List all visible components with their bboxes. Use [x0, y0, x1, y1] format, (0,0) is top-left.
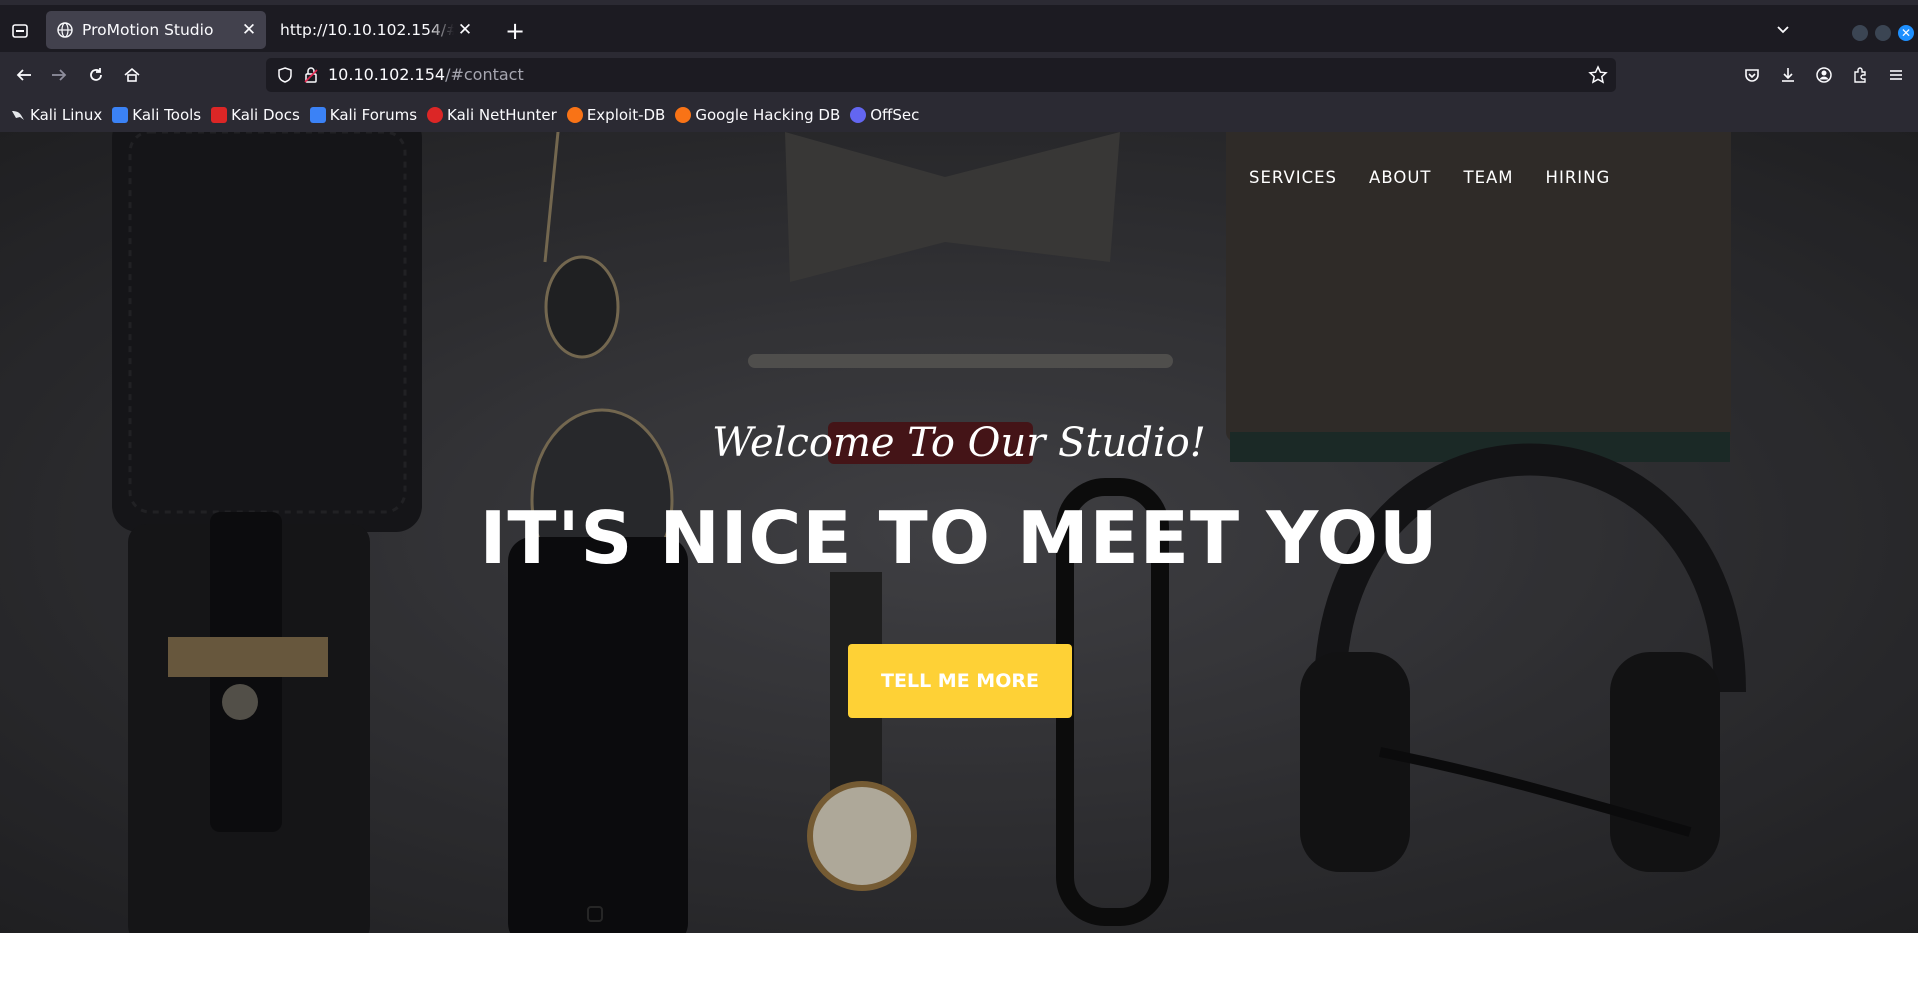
account-icon[interactable]	[1812, 63, 1836, 87]
bookmark-label: Exploit-DB	[586, 106, 666, 124]
bookmark-exploit-db[interactable]: Exploit-DB	[566, 106, 666, 124]
kali-tools-icon	[112, 107, 129, 123]
hero-subheading: Welcome To Our Studio!	[712, 420, 1206, 466]
lock-icon[interactable]	[302, 66, 320, 84]
star-icon[interactable]	[1588, 65, 1608, 85]
minimize-button[interactable]	[1852, 25, 1868, 41]
close-tab-icon[interactable]: ✕	[454, 19, 476, 41]
site-navigation: SERVICES ABOUT TEAM HIRING	[1249, 168, 1610, 187]
nav-link-hiring[interactable]: HIRING	[1546, 168, 1611, 187]
bookmark-label: Kali Linux	[30, 106, 103, 124]
nav-link-services[interactable]: SERVICES	[1249, 168, 1337, 187]
bookmarks-toolbar: Kali Linux Kali Tools Kali Docs Kali For…	[0, 98, 1918, 132]
bookmark-label: Kali Forums	[329, 106, 418, 124]
reload-icon[interactable]	[84, 63, 108, 87]
back-icon[interactable]	[12, 63, 36, 87]
home-icon[interactable]	[120, 63, 144, 87]
new-tab-button[interactable]: +	[502, 19, 528, 45]
firefox-view-icon[interactable]	[8, 19, 32, 43]
shield-icon[interactable]	[276, 66, 294, 84]
bookmark-label: Kali Docs	[231, 106, 300, 124]
tab-bar: ProMotion Studio ✕ http://10.10.102.154/…	[0, 0, 1918, 52]
chevron-down-icon[interactable]	[1774, 21, 1798, 43]
bookmark-label: Google Hacking DB	[695, 106, 841, 124]
url-host: 10.10.102.154	[328, 65, 446, 84]
page-viewport: SERVICES ABOUT TEAM HIRING Welcome To Ou…	[0, 132, 1918, 984]
url-bar[interactable]: 10.10.102.154/#contact	[266, 58, 1616, 92]
bookmark-kali-nethunter[interactable]: Kali NetHunter	[427, 106, 557, 124]
bookmark-label: Kali Tools	[132, 106, 202, 124]
bookmark-kali-docs[interactable]: Kali Docs	[211, 106, 300, 124]
globe-icon	[56, 21, 74, 39]
kali-dragon-icon	[10, 107, 26, 123]
bookmark-kali-linux[interactable]: Kali Linux	[10, 106, 102, 124]
forward-icon[interactable]	[47, 63, 71, 87]
kali-docs-icon	[211, 107, 228, 123]
nav-link-about[interactable]: ABOUT	[1369, 168, 1431, 187]
download-icon[interactable]	[1776, 63, 1800, 87]
url-path: /#contact	[445, 65, 524, 84]
offsec-icon	[850, 107, 867, 123]
hero-heading: IT'S NICE TO MEET YOU	[479, 496, 1439, 580]
close-tab-icon[interactable]: ✕	[238, 19, 260, 41]
tab-title: http://10.10.102.154/#contact	[280, 21, 454, 39]
tell-me-more-button[interactable]: TELL ME MORE	[848, 644, 1072, 718]
maximize-button[interactable]	[1875, 25, 1891, 41]
bookmark-kali-tools[interactable]: Kali Tools	[112, 106, 201, 124]
menu-icon[interactable]	[1884, 63, 1908, 87]
hero-section: SERVICES ABOUT TEAM HIRING Welcome To Ou…	[0, 132, 1918, 933]
bookmark-kali-forums[interactable]: Kali Forums	[309, 106, 418, 124]
bookmark-label: OffSec	[870, 106, 920, 124]
tab-title: ProMotion Studio	[82, 21, 214, 39]
tab-contact[interactable]: http://10.10.102.154/#contact ✕	[272, 11, 482, 49]
extensions-icon[interactable]	[1848, 63, 1872, 87]
navigation-toolbar: 10.10.102.154/#contact	[0, 52, 1918, 98]
exploit-db-icon	[566, 107, 583, 123]
bookmark-offsec[interactable]: OffSec	[850, 106, 919, 124]
pocket-icon[interactable]	[1740, 63, 1764, 87]
nav-link-team[interactable]: TEAM	[1464, 168, 1514, 187]
close-window-button[interactable]: ✕	[1898, 25, 1914, 41]
kali-nethunter-icon	[427, 107, 444, 123]
bookmark-google-hacking-db[interactable]: Google Hacking DB	[675, 106, 840, 124]
bookmark-label: Kali NetHunter	[447, 106, 557, 124]
tab-promotion-studio[interactable]: ProMotion Studio ✕	[46, 11, 266, 49]
kali-forums-icon	[309, 107, 326, 123]
ghdb-icon	[675, 107, 692, 123]
url-text[interactable]: 10.10.102.154/#contact	[328, 65, 524, 84]
